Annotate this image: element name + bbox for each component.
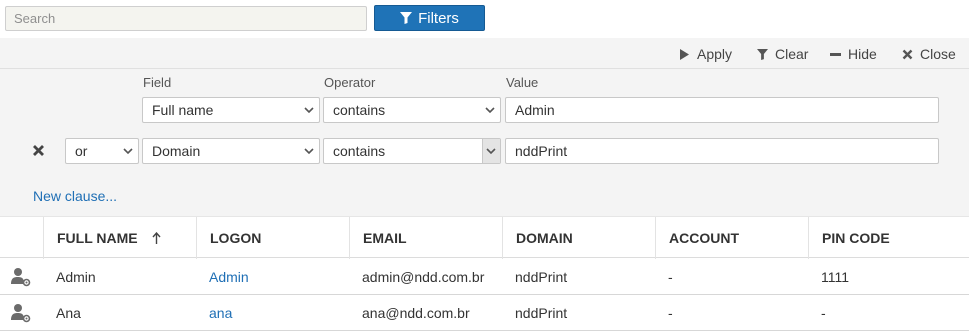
hide-button[interactable]: Hide <box>830 46 877 62</box>
clause-2-value-input[interactable] <box>505 138 939 164</box>
operator-column-label: Operator <box>324 75 376 90</box>
toolbar: Filters <box>0 0 969 38</box>
column-header-label: EMAIL <box>363 230 407 246</box>
column-header-label: ACCOUNT <box>669 230 739 246</box>
sort-ascending-icon <box>152 232 161 244</box>
apply-label: Apply <box>697 46 733 62</box>
domain-cell: nddPrint <box>515 305 568 321</box>
table-header: FULL NAME LOGON EMAIL DOMAIN ACCOUNT PIN… <box>0 216 969 259</box>
chevron-down-icon <box>304 107 314 114</box>
users-table: FULL NAME LOGON EMAIL DOMAIN ACCOUNT PIN… <box>0 216 969 331</box>
clause-1-value-input[interactable] <box>505 97 939 123</box>
chevron-down-icon <box>304 148 314 155</box>
table-row[interactable]: Ana ana ana@ndd.com.br nddPrint - - <box>0 295 969 331</box>
funnel-icon <box>757 48 768 60</box>
full-name-cell: Ana <box>56 305 81 321</box>
domain-cell: nddPrint <box>515 269 568 285</box>
column-header-domain[interactable]: DOMAIN <box>502 217 655 259</box>
clear-label: Clear <box>775 46 809 62</box>
value-column-label: Value <box>506 75 539 90</box>
column-header-email[interactable]: EMAIL <box>349 217 502 259</box>
user-settings-icon <box>11 304 31 323</box>
column-header-label: PIN CODE <box>822 230 890 246</box>
filters-button[interactable]: Filters <box>374 5 485 31</box>
close-icon <box>902 49 913 59</box>
clause-1-operator-select[interactable]: contains <box>323 97 501 123</box>
funnel-icon <box>400 12 413 24</box>
minus-icon <box>830 52 841 56</box>
close-label: Close <box>920 46 956 62</box>
full-name-cell: Admin <box>56 269 96 285</box>
chevron-down-icon <box>486 148 496 155</box>
play-icon <box>680 48 689 60</box>
pin-code-cell: - <box>821 305 826 321</box>
filter-actions: Apply Clear Hide Close <box>0 38 969 69</box>
account-cell: - <box>668 305 673 321</box>
column-header-label: DOMAIN <box>516 230 573 246</box>
column-header-label: LOGON <box>210 230 262 246</box>
new-clause-link[interactable]: New clause... <box>33 188 117 204</box>
apply-button[interactable]: Apply <box>679 46 732 62</box>
column-header-account[interactable]: ACCOUNT <box>655 217 808 259</box>
chevron-down-icon <box>485 107 495 114</box>
account-cell: - <box>668 269 673 285</box>
clause-2-connector-value: or <box>75 143 88 159</box>
email-cell: ana@ndd.com.br <box>362 305 470 321</box>
field-column-label: Field <box>143 75 172 90</box>
column-header-label: FULL NAME <box>57 230 138 246</box>
clause-2-operator-select[interactable]: contains <box>323 138 501 164</box>
clause-1-field-value: Full name <box>152 102 214 118</box>
clause-1-operator-value: contains <box>333 102 386 118</box>
column-header-logon[interactable]: LOGON <box>196 217 349 259</box>
clause-2-operator-value: contains <box>333 143 386 159</box>
hide-label: Hide <box>848 46 877 62</box>
clear-button[interactable]: Clear <box>757 46 808 62</box>
close-button[interactable]: Close <box>902 46 956 62</box>
search-input[interactable] <box>5 6 367 31</box>
remove-clause-icon[interactable] <box>32 144 45 157</box>
filter-panel: Apply Clear Hide Close Field Operator Va… <box>0 38 969 216</box>
clause-1-field-select[interactable]: Full name <box>142 97 320 123</box>
logon-link[interactable]: Admin <box>209 259 249 295</box>
table-row[interactable]: Admin Admin admin@ndd.com.br nddPrint - … <box>0 259 969 295</box>
filters-button-label: Filters <box>418 9 459 27</box>
column-header-full-name[interactable]: FULL NAME <box>43 217 196 259</box>
clause-2-field-select[interactable]: Domain <box>142 138 320 164</box>
pin-code-cell: 1111 <box>821 269 850 285</box>
user-settings-icon <box>11 268 31 287</box>
chevron-down-icon <box>123 148 133 155</box>
column-header-pin-code[interactable]: PIN CODE <box>808 217 969 259</box>
email-cell: admin@ndd.com.br <box>362 269 485 285</box>
clause-2-field-value: Domain <box>152 143 201 159</box>
logon-link[interactable]: ana <box>209 295 232 331</box>
clause-2-connector-select[interactable]: or <box>65 138 139 164</box>
